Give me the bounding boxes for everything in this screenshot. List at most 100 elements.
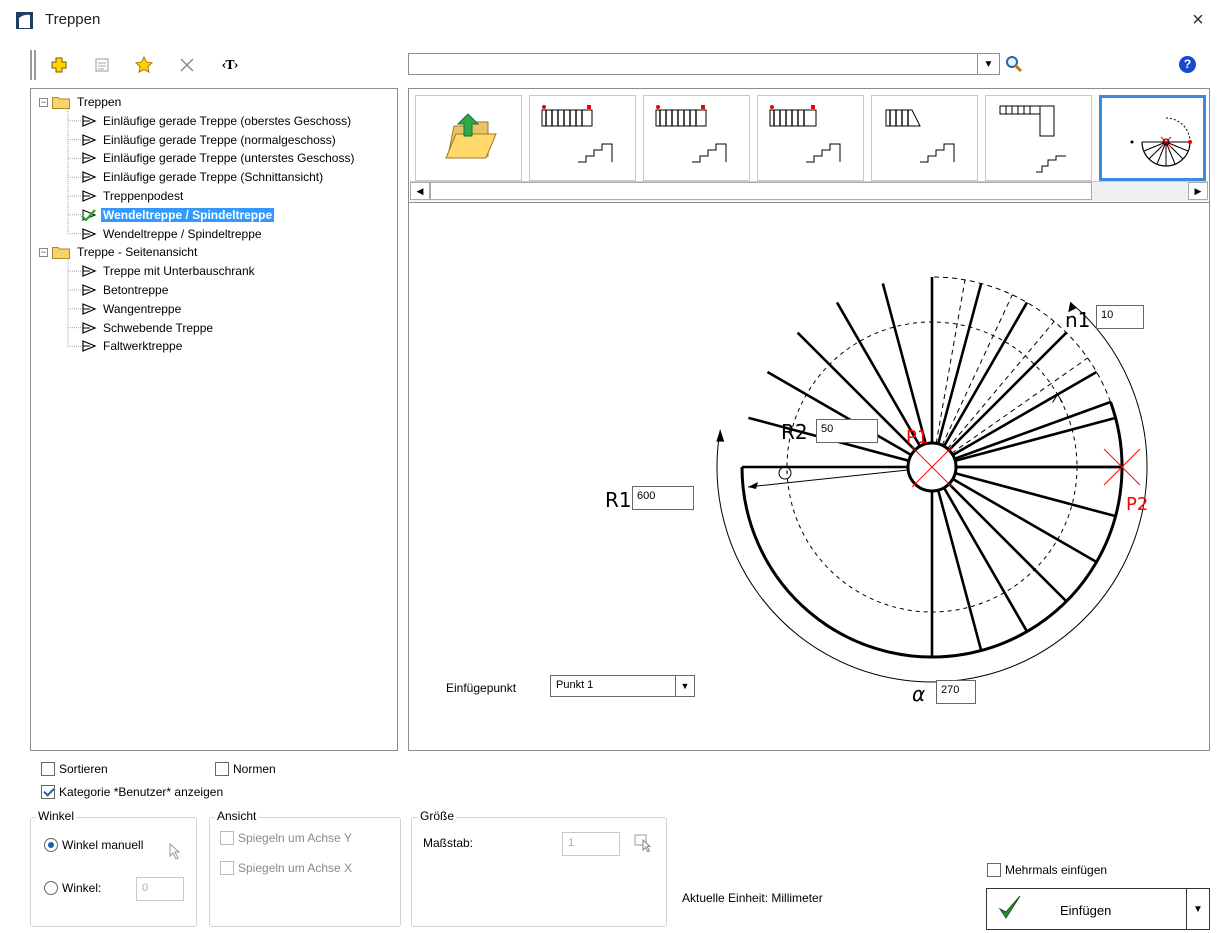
- scroll-right-icon[interactable]: ▶: [1188, 182, 1208, 200]
- search-icon[interactable]: [1003, 54, 1025, 74]
- help-icon[interactable]: ?: [1179, 56, 1196, 73]
- p2-label: P2: [1126, 494, 1149, 515]
- r1-input[interactable]: 600: [632, 486, 694, 510]
- thumbnail-spiral-stair[interactable]: [1099, 95, 1206, 181]
- stair-item-icon: [82, 133, 97, 146]
- current-unit-label: Aktuelle Einheit: Millimeter: [682, 891, 823, 905]
- thumbnail-landing[interactable]: [985, 95, 1092, 181]
- angle-manual-row[interactable]: Winkel manuell: [44, 838, 143, 852]
- stair-section-thumbnail: [885, 109, 955, 163]
- pick-scale-icon[interactable]: [634, 834, 654, 852]
- norms-checkbox[interactable]: [215, 762, 229, 776]
- view-group-title: Ansicht: [215, 809, 259, 823]
- scale-input[interactable]: 1: [562, 832, 620, 856]
- favorite-star-icon[interactable]: [131, 52, 157, 78]
- tree-folder[interactable]: − Treppe - Seitenansicht: [39, 243, 199, 261]
- thumbnail-open-folder[interactable]: [415, 95, 522, 181]
- text-placeholder-button[interactable]: ‹T›: [217, 52, 243, 78]
- r2-input[interactable]: 50: [816, 419, 878, 443]
- checkmark-icon: [998, 895, 1021, 919]
- angle-manual-radio[interactable]: [44, 838, 58, 852]
- stair-item-icon: [82, 227, 97, 240]
- title-bar: [0, 0, 1220, 40]
- mirror-y-checkbox[interactable]: [220, 831, 234, 845]
- thumbnail-stair-top-floor[interactable]: [529, 95, 636, 181]
- tree-item[interactable]: Treppenpodest: [81, 187, 185, 205]
- catalog-tree[interactable]: − Treppen Einläufige gerade Treppe (oberst…: [30, 88, 398, 751]
- angle-input[interactable]: 0: [136, 877, 184, 901]
- tree-item[interactable]: Einläufige gerade Treppe (normalgeschoss…: [81, 131, 338, 149]
- stair-item-icon: [82, 284, 97, 296]
- stair-item-icon: [82, 321, 97, 334]
- tree-item[interactable]: Einläufige gerade Treppe (Schnittansicht…: [81, 168, 325, 186]
- stair-item-icon: [82, 190, 97, 202]
- search-dropdown-arrow[interactable]: ▼: [977, 54, 999, 74]
- stair-item-icon: [82, 340, 97, 353]
- thumbnail-stair-bottom-floor[interactable]: [757, 95, 864, 181]
- collapse-toggle-icon[interactable]: −: [39, 97, 48, 107]
- stair-bottom-floor-thumbnail: [769, 105, 841, 163]
- angle-value-radio[interactable]: [44, 881, 58, 895]
- tree-item[interactable]: Treppe mit Unterbauschrank: [81, 262, 257, 280]
- add-icon[interactable]: [46, 52, 72, 78]
- thumbnail-stair-section[interactable]: [871, 95, 978, 181]
- open-folder-icon: [445, 113, 497, 159]
- tree-item[interactable]: Schwebende Treppe: [81, 319, 215, 337]
- tree-item-label: Einläufige gerade Treppe (oberstes Gesch…: [103, 113, 352, 128]
- category-label: Kategorie *Benutzer* anzeigen: [59, 785, 224, 799]
- tree-item[interactable]: Einläufige gerade Treppe (oberstes Gesch…: [81, 112, 353, 130]
- tree-item[interactable]: Wangentreppe: [81, 300, 183, 318]
- chevron-down-icon[interactable]: ▼: [675, 676, 694, 696]
- mirror-y-row[interactable]: Spiegeln um Achse Y: [220, 831, 352, 845]
- tree-item-label: Treppenpodest: [103, 189, 184, 203]
- insert-point-select[interactable]: Punkt 1: [550, 675, 695, 697]
- stair-top-floor-thumbnail: [541, 105, 613, 163]
- collapse-toggle-icon[interactable]: −: [39, 247, 48, 257]
- alpha-input[interactable]: 270: [936, 680, 976, 704]
- tree-item[interactable]: Wendeltreppe / Spindeltreppe: [81, 206, 275, 224]
- tree-item-label: Einläufige gerade Treppe (unterstes Gesc…: [103, 151, 355, 166]
- tree-item[interactable]: Wendeltreppe / Spindeltreppe: [81, 225, 264, 243]
- stair-item-icon: [82, 152, 97, 165]
- multi-insert-label: Mehrmals einfügen: [1005, 863, 1108, 877]
- delete-icon[interactable]: [174, 52, 200, 78]
- norms-checkbox-row[interactable]: Normen: [215, 762, 276, 776]
- gallery-scrollbar-thumb[interactable]: [430, 182, 1092, 200]
- sort-checkbox-row[interactable]: Sortieren: [41, 762, 108, 776]
- search-input[interactable]: [408, 53, 1000, 75]
- mirror-y-label: Spiegeln um Achse Y: [238, 831, 352, 845]
- angle-value-row[interactable]: Winkel:: [44, 881, 101, 895]
- landing-thumbnail: [999, 105, 1066, 173]
- tree-item-label: Einläufige gerade Treppe (normalgeschoss…: [103, 132, 336, 147]
- tree-item[interactable]: Einläufige gerade Treppe (unterstes Gesc…: [81, 149, 356, 167]
- mirror-x-checkbox[interactable]: [220, 861, 234, 875]
- folder-icon: [52, 96, 70, 109]
- scroll-left-icon[interactable]: ◀: [410, 182, 430, 200]
- tree-item-label: Einläufige gerade Treppe (Schnittansicht…: [103, 170, 324, 185]
- stair-item-icon: [82, 265, 97, 278]
- properties-icon[interactable]: [89, 52, 115, 78]
- tree-item-label: Treppe - Seitenansicht: [77, 245, 198, 260]
- pick-cursor-icon[interactable]: [168, 842, 184, 860]
- category-checkbox[interactable]: [41, 785, 55, 799]
- multi-insert-checkbox[interactable]: [987, 863, 1001, 877]
- mirror-x-row[interactable]: Spiegeln um Achse X: [220, 861, 352, 875]
- tree-item-label: Faltwerktreppe: [103, 339, 183, 354]
- close-button[interactable]: ×: [1186, 8, 1210, 32]
- tree-item[interactable]: Betontreppe: [81, 281, 170, 299]
- stair-item-icon: [82, 114, 97, 127]
- tree-folder[interactable]: − Treppen: [39, 93, 123, 111]
- size-group-title: Größe: [418, 809, 457, 823]
- tree-item[interactable]: Faltwerktreppe: [81, 337, 184, 355]
- toolbar-grip[interactable]: [30, 50, 36, 80]
- insert-dropdown-arrow[interactable]: ▼: [1186, 889, 1209, 929]
- n1-input[interactable]: 10: [1096, 305, 1144, 329]
- angle-value-label: Winkel:: [62, 881, 102, 895]
- n1-label: n1: [1065, 308, 1091, 332]
- angle-group-title: Winkel: [36, 809, 77, 823]
- multi-insert-row[interactable]: Mehrmals einfügen: [987, 863, 1107, 877]
- insert-button-label: Einfügen: [1060, 903, 1112, 918]
- thumbnail-stair-normal-floor[interactable]: [643, 95, 750, 181]
- sort-checkbox[interactable]: [41, 762, 55, 776]
- category-checkbox-row[interactable]: Kategorie *Benutzer* anzeigen: [41, 785, 223, 799]
